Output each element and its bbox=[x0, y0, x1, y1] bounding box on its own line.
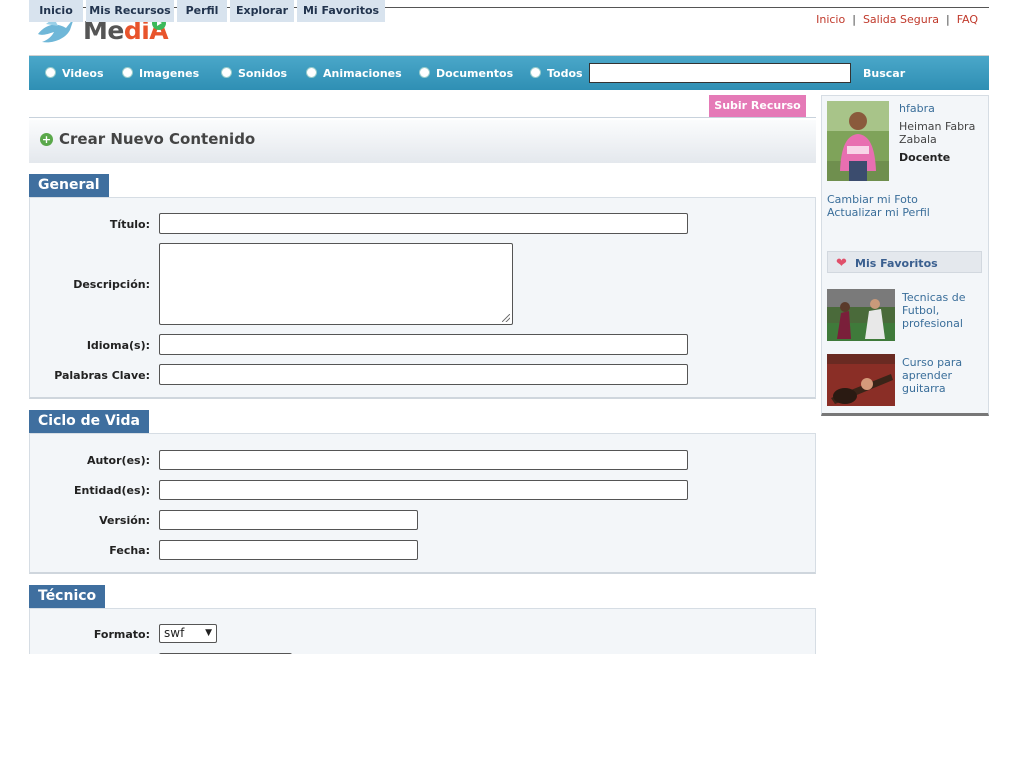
fecha-label: Fecha: bbox=[109, 544, 150, 557]
top-link-salida-segura[interactable]: Salida Segura bbox=[863, 13, 939, 26]
full-name: Heiman Fabra Zabala bbox=[899, 120, 976, 146]
favorite-label-futbol[interactable]: Tecnicas de Futbol, profesional bbox=[902, 291, 982, 330]
search-input[interactable] bbox=[589, 63, 851, 83]
radio-todos[interactable]: Todos bbox=[530, 67, 583, 81]
change-photo-link[interactable]: Cambiar mi Foto bbox=[827, 193, 918, 206]
autor-field[interactable] bbox=[159, 450, 688, 470]
search-button[interactable]: Buscar bbox=[863, 67, 905, 80]
search-bar: Videos Imagenes Sonidos Animaciones Docu… bbox=[29, 55, 989, 90]
plus-circle-icon: + bbox=[40, 133, 53, 146]
formato-select[interactable]: swf ▼ bbox=[159, 624, 217, 643]
tab-perfil[interactable]: Perfil bbox=[177, 0, 227, 22]
radio-button-icon bbox=[530, 67, 541, 78]
palabras-clave-label: Palabras Clave: bbox=[54, 369, 150, 382]
top-link-faq[interactable]: FAQ bbox=[957, 13, 978, 26]
section-title-ciclo-de-vida: Ciclo de Vida bbox=[29, 410, 149, 433]
radio-documentos[interactable]: Documentos bbox=[419, 67, 513, 81]
top-links: Inicio | Salida Segura | FAQ bbox=[816, 13, 978, 26]
tab-mis-recursos[interactable]: Mis Recursos bbox=[86, 0, 174, 22]
favorite-thumbnail-futbol[interactable] bbox=[827, 289, 895, 341]
favorites-header: ❤ Mis Favoritos bbox=[827, 251, 982, 273]
radio-button-icon bbox=[419, 67, 430, 78]
autor-label: Autor(es): bbox=[86, 454, 150, 467]
create-content-header: + Crear Nuevo Contenido bbox=[29, 120, 816, 163]
chevron-down-icon: ▼ bbox=[205, 628, 212, 638]
palabras-clave-field[interactable] bbox=[159, 364, 688, 385]
tab-inicio[interactable]: Inicio bbox=[29, 0, 83, 22]
favorites-title: Mis Favoritos bbox=[855, 257, 938, 270]
update-profile-link[interactable]: Actualizar mi Perfil bbox=[827, 206, 930, 219]
entidad-field[interactable] bbox=[159, 480, 688, 500]
radio-button-icon bbox=[306, 67, 317, 78]
section-ciclo-de-vida: Autor(es): Entidad(es): Versión: Fecha: bbox=[29, 433, 816, 574]
favorite-label-guitarra[interactable]: Curso para aprender guitarra bbox=[902, 356, 982, 395]
avatar bbox=[827, 101, 889, 181]
idioma-label: Idioma(s): bbox=[86, 339, 150, 352]
section-tecnico: Formato: swf ▼ bbox=[29, 608, 816, 654]
titulo-label: Título: bbox=[109, 218, 150, 231]
tab-divider bbox=[29, 117, 816, 118]
resize-grip-icon[interactable] bbox=[502, 314, 510, 322]
section-general: Título: Descripción: Idioma(s): Palabras… bbox=[29, 197, 816, 399]
tab-mi-favoritos[interactable]: Mi Favoritos bbox=[297, 0, 385, 22]
page-title: Crear Nuevo Contenido bbox=[59, 130, 256, 148]
radio-button-icon bbox=[122, 67, 133, 78]
version-field[interactable] bbox=[159, 510, 418, 530]
upload-resource-button[interactable]: Subir Recurso bbox=[709, 95, 806, 117]
user-sidebar: hfabra Heiman Fabra Zabala Docente Cambi… bbox=[821, 95, 989, 416]
favorite-thumbnail-guitarra[interactable] bbox=[827, 354, 895, 406]
section-title-tecnico: Técnico bbox=[29, 585, 106, 608]
user-role: Docente bbox=[899, 151, 951, 164]
descripcion-textarea[interactable] bbox=[159, 243, 513, 325]
fecha-field[interactable] bbox=[159, 540, 418, 560]
entidad-label: Entidad(es): bbox=[73, 484, 150, 497]
version-label: Versión: bbox=[99, 514, 150, 527]
radio-videos[interactable]: Videos bbox=[45, 67, 104, 81]
tab-explorar[interactable]: Explorar bbox=[230, 0, 294, 22]
formato-label: Formato: bbox=[93, 628, 150, 641]
radio-sonidos[interactable]: Sonidos bbox=[221, 67, 287, 81]
username-link[interactable]: hfabra bbox=[899, 102, 935, 115]
titulo-field[interactable] bbox=[159, 213, 688, 234]
idioma-field[interactable] bbox=[159, 334, 688, 355]
descripcion-label: Descripción: bbox=[73, 278, 150, 291]
next-field[interactable] bbox=[159, 653, 292, 654]
radio-imagenes[interactable]: Imagenes bbox=[122, 67, 199, 81]
heart-icon: ❤ bbox=[836, 256, 847, 271]
radio-button-icon bbox=[45, 67, 56, 78]
top-link-inicio[interactable]: Inicio bbox=[816, 13, 845, 26]
radio-button-icon bbox=[221, 67, 232, 78]
section-title-general: General bbox=[29, 174, 109, 197]
radio-animaciones[interactable]: Animaciones bbox=[306, 67, 402, 81]
